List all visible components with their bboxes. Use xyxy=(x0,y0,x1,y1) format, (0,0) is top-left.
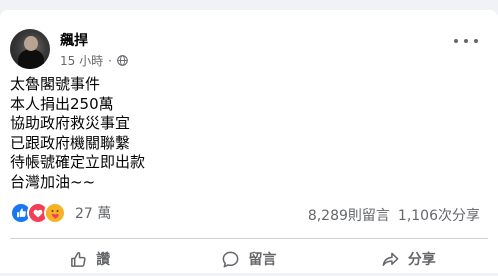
post-line: 太魯閣號事件 xyxy=(10,75,101,93)
comment-button[interactable]: 留言 xyxy=(169,242,328,276)
post-line: 待帳號確定立即出款 xyxy=(10,153,146,171)
post-body: 太魯閣號事件 本人捐出250萬 協助政府救災事宜 已跟政府機關聯繫 待帳號確定立… xyxy=(10,75,145,192)
post-line: 已跟政府機關聯繫 xyxy=(10,133,131,152)
comment-label: 留言 xyxy=(248,252,277,268)
reaction-summary[interactable]: 27 萬 xyxy=(10,202,111,224)
meta-separator: · xyxy=(108,53,112,68)
post-line: 台灣加油~~ xyxy=(10,172,96,191)
author-avatar[interactable] xyxy=(10,29,50,69)
reaction-count: 27 萬 xyxy=(75,206,112,222)
like-label: 讚 xyxy=(96,252,111,268)
divider xyxy=(10,238,488,239)
post-line: 本人捐出250萬 xyxy=(10,94,114,113)
share-label: 分享 xyxy=(407,252,436,268)
action-bar: 讚 留言 分享 xyxy=(10,242,488,276)
author-name[interactable]: 飆捍 xyxy=(60,30,88,50)
like-button[interactable]: 讚 xyxy=(10,242,169,276)
share-count[interactable]: 1,106次分享 xyxy=(398,205,480,225)
globe-icon xyxy=(117,55,128,66)
post-card: 飆捍 15 小時 · 太魯閣號事件 本人捐出250萬 協助政府救災事宜 已跟政府… xyxy=(0,10,498,273)
care-reaction-icon xyxy=(44,202,66,224)
post-line: 協助政府救災事宜 xyxy=(10,114,131,132)
share-button[interactable]: 分享 xyxy=(329,242,488,276)
post-meta: 15 小時 · xyxy=(60,52,128,69)
comment-icon xyxy=(221,250,240,269)
like-icon xyxy=(69,250,88,269)
more-options-icon[interactable] xyxy=(454,34,478,48)
comment-count[interactable]: 8,289則留言 xyxy=(308,205,390,225)
engagement-stats: 8,289則留言 1,106次分享 xyxy=(308,205,480,225)
post-time[interactable]: 15 小時 xyxy=(60,52,103,69)
share-icon xyxy=(381,250,400,269)
